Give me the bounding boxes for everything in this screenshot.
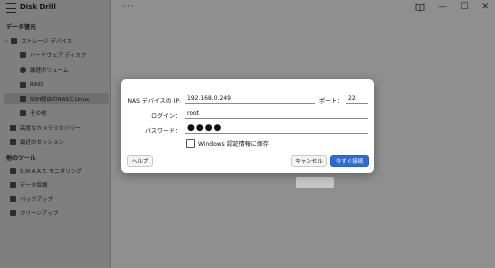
sidebar-item-label: SSH経由のNASとLinux (30, 96, 90, 103)
close-icon[interactable]: ✕ (481, 2, 489, 12)
sidebar-item-label: クリーンアップ (20, 210, 59, 217)
sidebar-item-label: その他 (30, 110, 47, 117)
sidebar-item-label: 論理ボリューム (30, 67, 69, 74)
sidebar-item-recent-sessions[interactable]: 最近のセッション (4, 136, 115, 147)
nas-ip-field[interactable]: 192.168.0.249 (185, 94, 315, 104)
menu-icon[interactable] (6, 3, 16, 13)
sidebar-item-smart[interactable]: S.M.A.R.T. モニタリング (4, 165, 115, 176)
port-label: ポート： (319, 98, 344, 105)
hard-drive-icon (20, 51, 26, 58)
port-field[interactable]: 22 (346, 94, 368, 104)
sidebar-item-camera-recovery[interactable]: 高度なカメラリカバリー (4, 122, 115, 133)
other-icon (20, 109, 26, 116)
backup-icon (10, 195, 16, 202)
shield-icon (10, 181, 16, 188)
sidebar-item-label: バックアップ (20, 196, 54, 203)
book-icon[interactable] (415, 2, 425, 12)
sidebar-item-label: RAID (30, 81, 44, 88)
section-other-tools: 他のツール (6, 155, 37, 162)
sidebar-item-label: S.M.A.R.T. モニタリング (20, 168, 82, 175)
save-credentials-checkbox[interactable] (186, 139, 195, 148)
sidebar-item-label: ハードウェア ディスク (30, 52, 87, 59)
raid-icon (20, 81, 26, 88)
sidebar-item-logical-volume[interactable]: 論理ボリューム (4, 64, 109, 75)
chevron-down-icon: ⌄ (4, 37, 9, 44)
save-credentials-label: Windows 認証情報に保存 (198, 141, 269, 148)
cleanup-icon (10, 209, 16, 216)
sidebar-item-label: 最近のセッション (20, 139, 65, 146)
login-label: ログイン： (150, 113, 181, 120)
help-button[interactable]: ヘルプ (127, 155, 153, 167)
storage-icon (11, 37, 18, 44)
nas-ip-label: NAS デバイスの IP: (127, 98, 181, 105)
sidebar-item-label: データ保護 (20, 182, 48, 189)
app-title: Disk Drill (20, 3, 56, 11)
minimize-icon[interactable]: — (438, 2, 447, 12)
sidebar-item-hardware-disk[interactable]: ハードウェア ディスク (4, 49, 109, 60)
smart-icon (10, 167, 16, 174)
background-button (296, 177, 334, 188)
sessions-icon (10, 138, 16, 145)
sidebar-item-label: 高度なカメラリカバリー (20, 125, 81, 132)
password-label: パスワード： (144, 128, 181, 135)
window-controls: — ☐ ✕ (415, 2, 489, 12)
cancel-button[interactable]: キャンセル (291, 155, 327, 167)
volume-icon (20, 66, 26, 73)
nas-connect-dialog: NAS デバイスの IP: 192.168.0.249 ポート： 22 ログイン… (121, 79, 374, 173)
sidebar-group-storage[interactable]: ⌄ ストレージ デバイス (4, 35, 109, 46)
maximize-icon[interactable]: ☐ (460, 2, 468, 12)
sidebar-item-cleanup[interactable]: クリーンアップ (4, 207, 115, 218)
connect-button[interactable]: 今すぐ接続 (330, 155, 369, 167)
sidebar-item-other[interactable]: その他 (4, 107, 109, 118)
login-field[interactable]: root (185, 109, 368, 119)
nas-icon (20, 95, 26, 102)
sidebar-item-nas-linux[interactable]: SSH経由のNASとLinux (4, 93, 109, 104)
camera-icon (10, 124, 16, 131)
title-bar: Disk Drill ··· — ☐ ✕ (0, 0, 495, 16)
sidebar-item-raid[interactable]: RAID (4, 79, 109, 90)
sidebar-group-label: ストレージ デバイス (21, 38, 73, 45)
more-options-button[interactable]: ··· (123, 2, 135, 12)
section-data-recovery: データ復元 (6, 24, 37, 31)
password-field[interactable]: ●●●● (185, 124, 368, 134)
sidebar-item-data-protection[interactable]: データ保護 (4, 179, 115, 190)
sidebar-item-backup[interactable]: バックアップ (4, 193, 115, 204)
